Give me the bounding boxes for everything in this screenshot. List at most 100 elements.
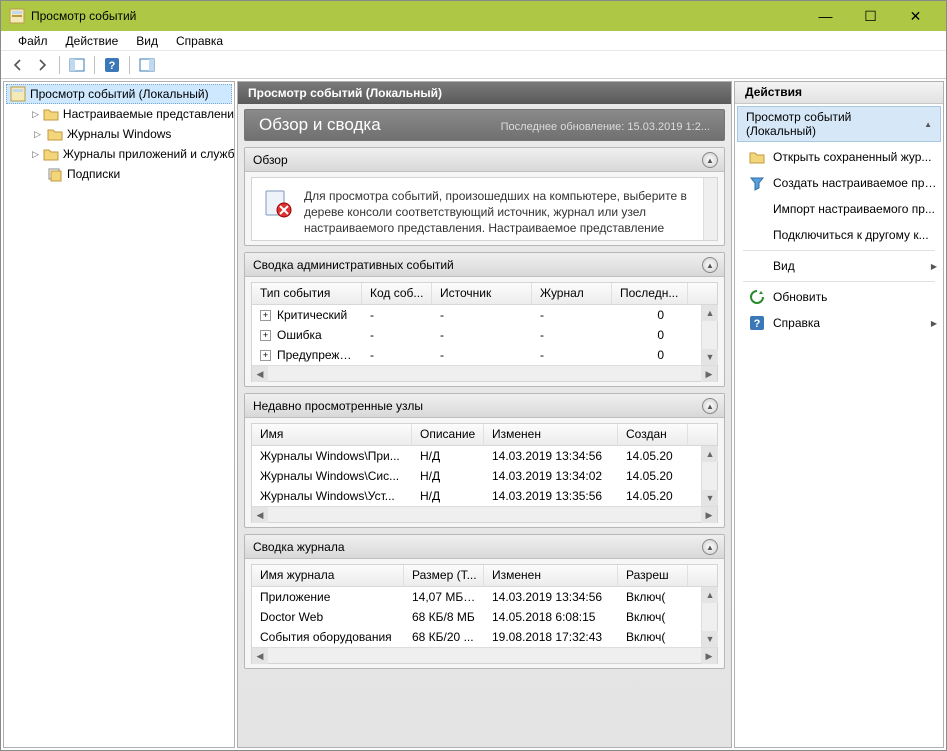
table-row[interactable]: Журналы Windows\Сис...Н/Д14.03.2019 13:3… <box>252 466 717 486</box>
collapse-icon[interactable]: ▲ <box>702 257 718 273</box>
col-modified[interactable]: Изменен <box>484 424 618 445</box>
col-log[interactable]: Журнал <box>532 283 612 304</box>
banner-subtitle: Последнее обновление: 15.03.2019 1:2... <box>501 121 710 133</box>
table-row[interactable]: +Критический---0 <box>252 305 717 325</box>
col-event-id[interactable]: Код соб... <box>362 283 432 304</box>
tree-item-label: Подписки <box>67 167 120 181</box>
collapse-icon[interactable]: ▲ <box>702 539 718 555</box>
scrollbar-vertical[interactable]: ▲▼ <box>701 305 717 365</box>
back-button[interactable] <box>7 54 29 76</box>
scrollbar-horizontal[interactable]: ◀▶ <box>252 506 717 522</box>
event-viewer-icon <box>10 86 26 102</box>
menu-action[interactable]: Действие <box>57 32 128 50</box>
titlebar[interactable]: Просмотр событий — ☐ ✕ <box>1 1 946 31</box>
tree-item-label: Журналы приложений и служб <box>63 147 235 161</box>
action-item[interactable]: Вид▶ <box>735 253 943 279</box>
tree-item-subscriptions[interactable]: Подписки <box>28 164 232 184</box>
collapse-icon[interactable]: ▲ <box>924 120 932 129</box>
expand-icon[interactable]: ▷ <box>32 149 39 160</box>
collapse-icon[interactable]: ▲ <box>702 398 718 414</box>
tree-pane[interactable]: Просмотр событий (Локальный) ▷ Настраива… <box>3 81 235 748</box>
col-event-type[interactable]: Тип события <box>252 283 362 304</box>
info-icon <box>262 188 294 220</box>
col-source[interactable]: Источник <box>432 283 532 304</box>
menu-help[interactable]: Справка <box>167 32 232 50</box>
table-row[interactable]: Журналы Windows\Уст...Н/Д14.03.2019 13:3… <box>252 486 717 506</box>
forward-button[interactable] <box>31 54 53 76</box>
window-controls: — ☐ ✕ <box>803 1 938 31</box>
show-tree-button[interactable] <box>66 54 88 76</box>
filter-icon <box>749 175 765 191</box>
folder-icon <box>749 149 765 165</box>
table-row[interactable]: Журналы Windows\При...Н/Д14.03.2019 13:3… <box>252 446 717 466</box>
tree-item-windows-logs[interactable]: ▷ Журналы Windows <box>28 124 232 144</box>
expand-icon[interactable]: ▷ <box>32 129 43 140</box>
table-row[interactable]: События оборудования68 КБ/20 ...19.08.20… <box>252 627 717 647</box>
logsum-head[interactable]: Сводка журнала ▲ <box>245 535 724 559</box>
separator <box>129 56 130 74</box>
table-row[interactable]: Doctor Web68 КБ/8 МБ14.05.2018 6:08:15Вк… <box>252 607 717 627</box>
action-label: Вид <box>773 259 923 273</box>
action-item[interactable]: Создать настраиваемое пре... <box>735 170 943 196</box>
folder-icon <box>47 126 63 142</box>
actions-pane-button[interactable] <box>136 54 158 76</box>
main-header: Просмотр событий (Локальный) <box>238 82 731 104</box>
admin-head[interactable]: Сводка административных событий ▲ <box>245 253 724 277</box>
maximize-button[interactable]: ☐ <box>848 1 893 31</box>
menu-view[interactable]: Вид <box>127 32 167 50</box>
col-log-name[interactable]: Имя журнала <box>252 565 404 586</box>
window-title: Просмотр событий <box>31 9 803 23</box>
blank-icon <box>749 227 765 243</box>
collapse-icon[interactable]: ▲ <box>702 152 718 168</box>
subscriptions-icon <box>47 166 63 182</box>
col-last[interactable]: Последн... <box>612 283 688 304</box>
expand-icon[interactable]: ▷ <box>32 109 39 120</box>
scrollbar-vertical[interactable]: ▲▼ <box>701 446 717 506</box>
col-desc[interactable]: Описание <box>412 424 484 445</box>
scrollbar-horizontal[interactable]: ◀▶ <box>252 365 717 381</box>
action-item[interactable]: Обновить <box>735 284 943 310</box>
help-button[interactable]: ? <box>101 54 123 76</box>
tree-root-label: Просмотр событий (Локальный) <box>30 87 209 101</box>
svg-text:?: ? <box>109 60 116 72</box>
recent-head[interactable]: Недавно просмотренные узлы ▲ <box>245 394 724 418</box>
action-item[interactable]: Импорт настраиваемого пр... <box>735 196 943 222</box>
blank-icon <box>32 169 43 180</box>
menu-file[interactable]: Файл <box>9 32 57 50</box>
col-size[interactable]: Размер (Т... <box>404 565 484 586</box>
tree-root-node[interactable]: Просмотр событий (Локальный) <box>6 84 232 104</box>
log-summary-section: Сводка журнала ▲ Имя журнала Размер (Т..… <box>244 534 725 669</box>
action-item[interactable]: ?Справка▶ <box>735 310 943 336</box>
actions-subtitle[interactable]: Просмотр событий (Локальный) ▲ <box>737 106 941 142</box>
close-button[interactable]: ✕ <box>893 1 938 31</box>
scrollbar-vertical[interactable]: ▲▼ <box>701 587 717 647</box>
logsum-table: Имя журнала Размер (Т... Изменен Разреш … <box>251 564 718 664</box>
banner-title: Обзор и сводка <box>259 115 381 135</box>
scrollbar[interactable] <box>703 178 717 240</box>
col-modified[interactable]: Изменен <box>484 565 618 586</box>
overview-text: Для просмотра событий, произошедших на к… <box>304 188 705 241</box>
window: Просмотр событий — ☐ ✕ Файл Действие Вид… <box>0 0 947 751</box>
overview-head[interactable]: Обзор ▲ <box>245 148 724 172</box>
minimize-button[interactable]: — <box>803 1 848 31</box>
main-pane: Просмотр событий (Локальный) Обзор и сво… <box>237 81 732 748</box>
table-row[interactable]: Приложение14,07 МБ/...14.03.2019 13:34:5… <box>252 587 717 607</box>
tree-item-label: Настраиваемые представления <box>63 107 235 121</box>
action-label: Справка <box>773 316 923 330</box>
col-name[interactable]: Имя <box>252 424 412 445</box>
action-item[interactable]: Открыть сохраненный жур... <box>735 144 943 170</box>
scrollbar-horizontal[interactable]: ◀▶ <box>252 647 717 663</box>
tree-item-app-logs[interactable]: ▷ Журналы приложений и служб <box>28 144 232 164</box>
tree-item-custom-views[interactable]: ▷ Настраиваемые представления <box>28 104 232 124</box>
folder-icon <box>43 146 59 162</box>
col-created[interactable]: Создан <box>618 424 688 445</box>
col-enabled[interactable]: Разреш <box>618 565 688 586</box>
admin-table: Тип события Код соб... Источник Журнал П… <box>251 282 718 382</box>
blank-icon <box>749 258 765 274</box>
tree-item-label: Журналы Windows <box>67 127 171 141</box>
table-row[interactable]: +Ошибка---0 <box>252 325 717 345</box>
refresh-icon <box>749 289 765 305</box>
table-row[interactable]: +Предупрежд...---0 <box>252 345 717 365</box>
action-item[interactable]: Подключиться к другому к... <box>735 222 943 248</box>
action-label: Создать настраиваемое пре... <box>773 176 937 190</box>
